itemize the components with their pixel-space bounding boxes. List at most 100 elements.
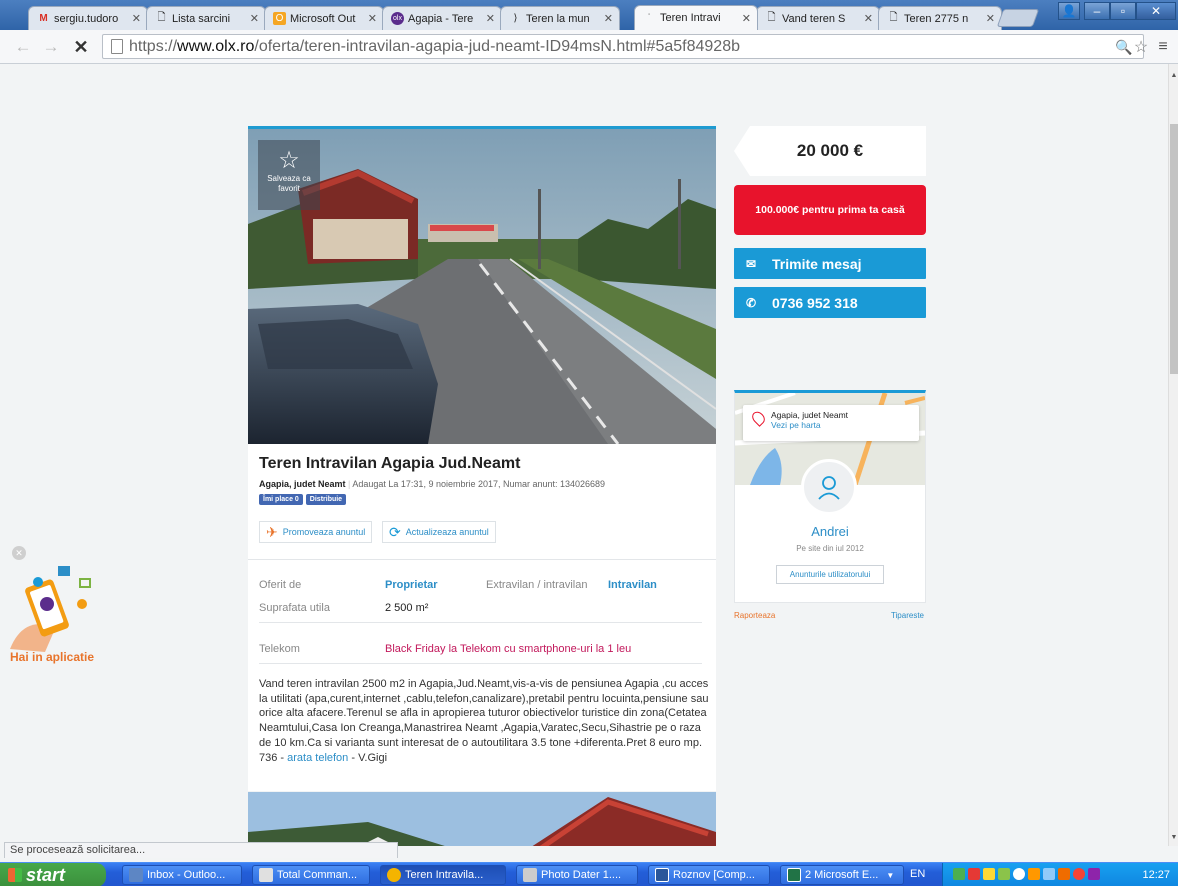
browser-status-bar: Se procesează solicitarea... xyxy=(4,842,398,858)
tab-teren-2775[interactable]: 🗋 Teren 2775 n ✕ xyxy=(878,6,1002,30)
tab-teren-la-munte[interactable]: ⟩ Teren la mun ✕ xyxy=(500,6,620,30)
minimize-button[interactable]: – xyxy=(1084,2,1110,20)
close-tab-icon[interactable]: ✕ xyxy=(250,12,259,25)
new-tab-button[interactable] xyxy=(996,9,1040,27)
gmail-icon: M xyxy=(39,13,48,24)
close-tab-icon[interactable]: ✕ xyxy=(864,12,873,25)
tab-gmail[interactable]: M sergiu.tudoro ✕ xyxy=(28,6,148,30)
view-on-map-link[interactable]: Vezi pe harta xyxy=(771,420,919,430)
tray-app-icon[interactable] xyxy=(1013,868,1025,880)
tray-app-icon[interactable] xyxy=(983,868,995,880)
tray-app-icon[interactable] xyxy=(1058,868,1070,880)
facebook-like-button[interactable]: Îmi place 0 xyxy=(259,494,303,505)
tray-app-icon[interactable] xyxy=(968,868,980,880)
taskbar-item-word[interactable]: Roznov [Comp... xyxy=(648,865,770,885)
show-phone-link[interactable]: arata telefon xyxy=(287,752,348,764)
scroll-thumb[interactable] xyxy=(1170,124,1178,374)
back-button[interactable]: ← xyxy=(12,36,34,58)
promo-banner[interactable]: 100.000€ pentru prima ta casă xyxy=(734,185,926,235)
telekom-ad-link[interactable]: Black Friday la Telekom cu smartphone-ur… xyxy=(385,643,631,655)
tray-app-icon[interactable] xyxy=(998,868,1010,880)
divider xyxy=(259,663,702,664)
param-value-area: 2 500 m² xyxy=(385,602,429,614)
tray-app-icon[interactable] xyxy=(953,868,965,880)
taskbar-item-chrome[interactable]: Teren Intravila... xyxy=(380,865,506,885)
tab-label: Teren 2775 n xyxy=(904,12,969,25)
avatar xyxy=(801,459,857,515)
param-label: Telekom xyxy=(259,643,300,655)
url-path: /oferta/teren-intravilan-agapia-jud-neam… xyxy=(254,37,740,55)
excel-icon xyxy=(787,868,801,882)
facebook-share-button[interactable]: Distribuie xyxy=(305,494,347,505)
taskbar-item-outlook[interactable]: Inbox - Outloo... xyxy=(122,865,242,885)
close-tab-icon[interactable]: ✕ xyxy=(986,12,995,25)
scroll-down-icon[interactable]: ▼ xyxy=(1170,834,1178,844)
taskbar-item-total-commander[interactable]: Total Comman... xyxy=(252,865,370,885)
stop-button[interactable]: ✕ xyxy=(70,36,92,58)
tab-lista-sarcini[interactable]: 🗋 Lista sarcini ✕ xyxy=(146,6,266,30)
ad-card: ☆ Salveaza ca favorit Teren Intravilan A… xyxy=(248,126,716,791)
tab-vand-teren[interactable]: 🗋 Vand teren S ✕ xyxy=(756,6,880,30)
map-location-card[interactable]: Agapia, judet Neamt Vezi pe harta xyxy=(743,405,919,441)
tab-label: Teren la mun xyxy=(526,12,590,25)
address-bar[interactable]: https://www.olx.ro/oferta/teren-intravil… xyxy=(102,34,1144,59)
param-label: Extravilan / intravilan xyxy=(486,579,588,591)
tab-agapia[interactable]: olx Agapia - Tere ✕ xyxy=(382,6,502,30)
maximize-button[interactable]: ▫ xyxy=(1110,2,1136,20)
tab-teren-intravilan[interactable]: ˙ Teren Intravi ✕ xyxy=(634,5,758,30)
send-message-button[interactable]: ✉ Trimite mesaj xyxy=(734,248,926,279)
save-favorite-button[interactable]: ☆ Salveaza ca favorit xyxy=(258,140,320,210)
print-link[interactable]: Tipareste xyxy=(891,611,924,620)
promote-ad-button[interactable]: ✈ Promoveaza anuntul xyxy=(259,521,373,543)
param-value-type[interactable]: Intravilan xyxy=(608,579,657,591)
taskbar-item-excel[interactable]: 2 Microsoft E... ▼ xyxy=(780,865,904,885)
seller-card: Agapia, judet Neamt Vezi pe harta Andrei… xyxy=(734,390,926,603)
language-indicator[interactable]: EN xyxy=(910,868,925,880)
forward-button[interactable]: → xyxy=(40,36,62,58)
taskbar-item-label: 2 Microsoft E... xyxy=(805,869,879,881)
close-tab-icon[interactable]: ✕ xyxy=(604,12,613,25)
close-tab-icon[interactable]: ✕ xyxy=(486,12,495,25)
page-icon: ˙ xyxy=(647,12,652,24)
close-window-button[interactable]: ✕ xyxy=(1136,2,1176,20)
photo-dater-icon xyxy=(523,868,537,882)
refresh-ad-button[interactable]: ⟳ Actualizeaza anuntul xyxy=(382,521,496,543)
param-value-offered-by[interactable]: Proprietar xyxy=(385,579,438,591)
report-link[interactable]: Raporteaza xyxy=(734,611,775,620)
phone-button[interactable]: ✆ 0736 952 318 xyxy=(734,287,926,318)
ad-photo[interactable]: ☆ Salveaza ca favorit xyxy=(248,129,716,444)
scroll-up-icon[interactable]: ▲ xyxy=(1170,72,1178,82)
user-icon[interactable]: 👤 xyxy=(1058,2,1080,20)
url-domain: www.olx.ro xyxy=(177,37,255,55)
close-tab-icon[interactable]: ✕ xyxy=(132,12,141,25)
menu-icon[interactable]: ≡ xyxy=(1154,36,1172,58)
network-icon[interactable] xyxy=(1043,868,1055,880)
total-commander-icon xyxy=(259,868,273,882)
tray-app-icon[interactable] xyxy=(1073,868,1085,880)
zoom-icon[interactable]: 🔍 xyxy=(1115,36,1132,58)
send-message-label: Trimite mesaj xyxy=(772,255,862,272)
photo-house-image xyxy=(248,792,716,846)
app-promo-widget[interactable]: ✕ Hai in aplicatie xyxy=(0,544,110,664)
tab-outlook[interactable]: O Microsoft Out ✕ xyxy=(264,6,384,30)
start-button[interactable]: start xyxy=(0,863,106,886)
promote-icon: ✈ xyxy=(266,523,278,540)
tray-app-icon[interactable] xyxy=(1088,868,1100,880)
tray-app-icon[interactable] xyxy=(1028,868,1040,880)
taskbar-item-label: Photo Dater 1.... xyxy=(541,869,622,881)
taskbar-item-photo-dater[interactable]: Photo Dater 1.... xyxy=(516,865,638,885)
close-tab-icon[interactable]: ✕ xyxy=(742,12,751,25)
close-tab-icon[interactable]: ✕ xyxy=(368,12,377,25)
clock[interactable]: 12:27 xyxy=(1142,869,1170,881)
user-ads-button[interactable]: Anunturile utilizatorului xyxy=(776,565,884,584)
seller-name[interactable]: Andrei xyxy=(735,524,925,539)
vertical-scrollbar[interactable]: ▲ ▼ xyxy=(1168,64,1178,846)
page-icon: 🗋 xyxy=(767,12,776,23)
page-icon: 🗋 xyxy=(889,12,898,23)
price: 20 000 € xyxy=(796,141,864,160)
ad-location[interactable]: Agapia, judet Neamt xyxy=(259,479,346,489)
envelope-icon: ✉ xyxy=(746,256,757,271)
bookmark-star-icon[interactable]: ☆ xyxy=(1132,36,1150,58)
location-pin-icon xyxy=(749,409,768,427)
ad-photo-2[interactable] xyxy=(248,792,716,846)
